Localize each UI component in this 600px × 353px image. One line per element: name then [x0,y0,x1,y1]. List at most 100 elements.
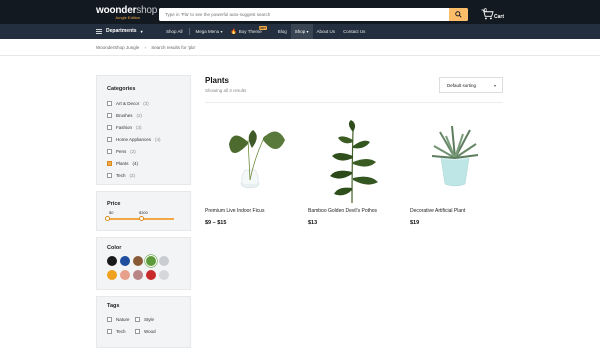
nav-blog[interactable]: Blog [274,24,291,39]
tag-tech[interactable]: Tech [107,329,126,334]
sort-label: Default sorting [447,82,477,88]
nav-label: Blog [277,29,287,34]
divider [0,55,600,56]
top-bar: woondershop Jungle Edition 0 Cart [0,0,600,24]
cart-count: 0 [484,8,487,14]
product-title[interactable]: Premium Live Indoor Ficus [205,208,264,214]
product-image[interactable] [205,118,295,203]
color-swatch-black[interactable] [107,256,117,266]
nav-about-us[interactable]: About Us [313,24,340,39]
nav-shop-all[interactable]: Shop All [162,24,187,39]
breadcrumb-home[interactable]: WoonderShop Jungle [96,45,139,50]
nav-label: Shop [294,29,306,34]
checkbox[interactable] [107,137,112,142]
color-swatch-orange[interactable] [107,270,117,280]
cart-label[interactable]: Cart [494,14,504,20]
color-swatch-light-gray[interactable] [159,256,169,266]
category-count: (4) [132,161,139,166]
color-swatch-rose[interactable] [133,270,143,280]
nav-label: About Us [316,29,336,34]
category-count: (3) [129,173,136,178]
category-label: Plants [116,161,129,166]
search-icon [455,11,462,18]
category-tech[interactable]: Tech (3) [107,173,135,178]
product-image[interactable] [308,118,398,203]
category-label: Art & Decor [116,101,140,106]
category-label: Home Appliances [116,137,152,142]
checkbox[interactable] [107,317,112,322]
color-swatch-green[interactable] [146,256,156,266]
nav-contact-us[interactable]: Contact Us [339,24,369,39]
category-brushes[interactable]: Brushes (2) [107,113,142,118]
departments-label: Departments [106,28,137,34]
color-swatch-blue[interactable] [120,256,130,266]
tag-label: Wood [144,329,156,334]
color-title: Color [107,245,122,251]
category-label: Fashion [116,125,133,130]
category-pens[interactable]: Pens (2) [107,149,136,154]
category-label: Pens [116,149,127,154]
departments-menu[interactable]: Departments ▾ [96,28,143,34]
checkbox[interactable] [107,173,112,178]
price-title: Price [107,201,121,207]
checkbox[interactable] [107,149,112,154]
nav-bar: Departments ▾ Shop All Mega Menu ▾ 🔥 Buy… [0,24,600,39]
price-max-label: $300 [139,210,148,215]
category-count: (3) [136,125,142,130]
chevron-down-icon: ▾ [493,83,496,88]
cart-icon [481,9,494,20]
category-plants[interactable]: Plants (4) [107,161,138,166]
hamburger-icon [96,28,102,34]
product-price: $19 [410,220,420,226]
result-count: Showing all 3 results [205,88,247,93]
tag-style[interactable]: Style [135,317,154,322]
breadcrumb: WoonderShop Jungle › Search results for … [96,45,199,50]
nav-label: Shop All [166,29,183,34]
checkbox-checked[interactable] [107,161,112,166]
price-slider[interactable] [105,216,174,222]
nav-mega-menu[interactable]: Mega Menu ▾ [192,24,227,39]
search-bar [159,8,468,21]
category-art-decor[interactable]: Art & Decor (3) [107,101,149,106]
checkbox[interactable] [135,329,140,334]
checkbox[interactable] [135,317,140,322]
tag-nature[interactable]: Nature [107,317,130,322]
chevron-down-icon: ▾ [306,29,309,34]
product-price: $9 – $15 [205,220,227,226]
product-title[interactable]: Decorative Artificial Plant [410,208,465,214]
nav-label: Contact Us [343,29,366,34]
search-button[interactable] [449,8,468,21]
color-swatch-red[interactable] [146,270,156,280]
chevron-down-icon: ▾ [220,29,223,34]
breadcrumb-current: Search results for 'pla' [151,45,196,50]
category-count: (2) [130,149,136,154]
divider [205,102,503,103]
product-image[interactable] [410,118,500,203]
nav-label: Buy Theme [238,29,262,34]
search-input[interactable] [159,8,449,21]
color-swatch-peach[interactable] [120,270,130,280]
category-count: (3) [143,101,149,106]
category-fashion[interactable]: Fashion (3) [107,125,142,130]
tag-wood[interactable]: Wood [135,329,156,334]
nav-shop[interactable]: Shop ▾ [290,24,313,39]
nav-buy-theme[interactable]: 🔥 Buy Theme HOT [227,24,267,39]
product-title[interactable]: Bamboo Golden Devil's Pothos [308,208,377,214]
sort-select[interactable]: Default sorting ▾ [439,77,503,93]
breadcrumb-separator: › [144,45,146,50]
tags-widget: Tags Nature Style Tech Wood [96,296,191,348]
category-label: Brushes [116,113,133,118]
price-min-label: $0 [109,210,114,215]
checkbox[interactable] [107,101,112,106]
color-swatch-gray[interactable] [159,270,169,280]
checkbox[interactable] [107,125,112,130]
color-swatch-brown[interactable] [133,256,143,266]
nav-divider [188,28,190,35]
page-title: Plants [205,76,230,85]
price-widget: Price $0 $300 [96,191,191,231]
hot-badge: HOT [258,26,267,30]
tag-label: Nature [116,317,130,322]
checkbox[interactable] [107,113,112,118]
category-home-appliances[interactable]: Home Appliances (4) [107,137,161,142]
checkbox[interactable] [107,329,112,334]
